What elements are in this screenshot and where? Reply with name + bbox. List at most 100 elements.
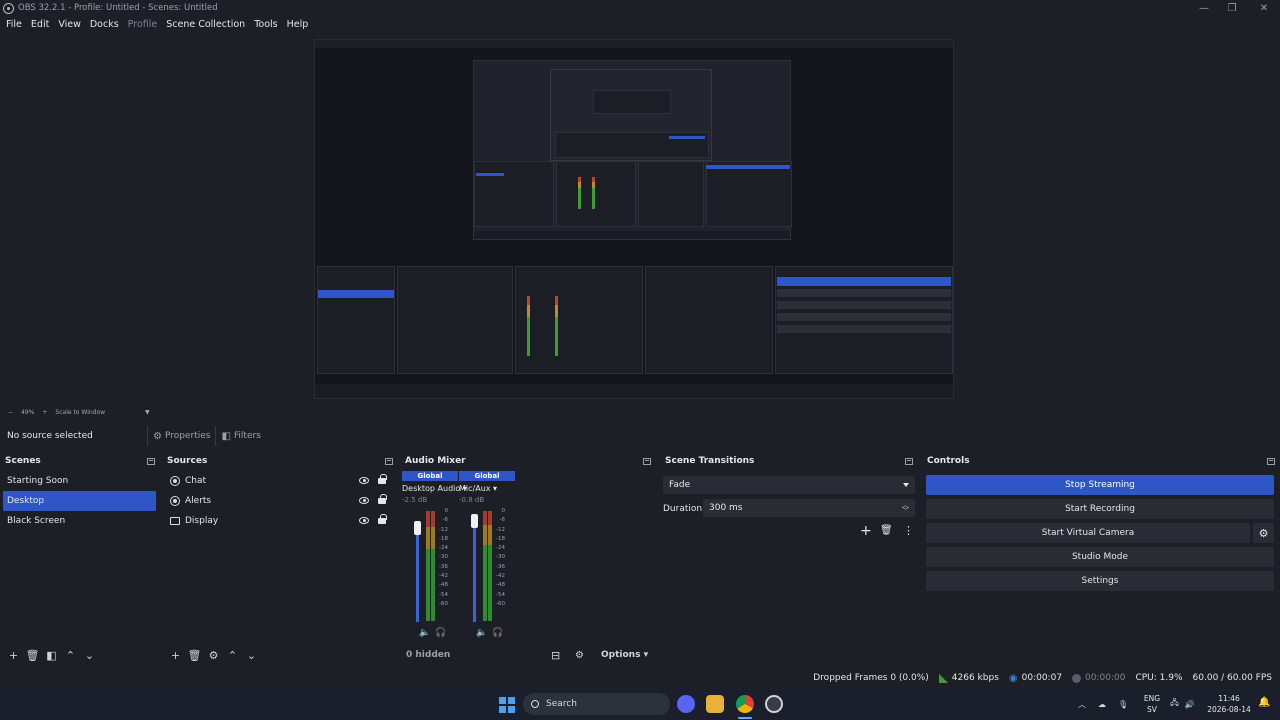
filters-button[interactable]: ◧ Filters [215, 426, 265, 446]
maximize-button[interactable]: ❐ [1216, 0, 1248, 16]
mixer-layout-icon[interactable]: ⊟ [551, 649, 560, 662]
channel-volume-db: -2.5 dB [402, 496, 428, 504]
lock-icon[interactable] [378, 474, 387, 484]
discord-app-icon[interactable] [677, 695, 695, 713]
scene-item-desktop[interactable]: Desktop [3, 491, 156, 511]
move-source-down-button[interactable]: ⌄ [242, 649, 261, 662]
global-badge[interactable]: Global [459, 471, 515, 481]
menu-scene-collection[interactable]: Scene Collection [163, 19, 248, 30]
studio-mode-button[interactable]: Studio Mode [926, 547, 1274, 567]
volume-icon[interactable]: 🔊 [1185, 700, 1195, 709]
menu-edit[interactable]: Edit [28, 19, 52, 30]
move-scene-up-button[interactable]: ⌃ [61, 649, 80, 662]
source-properties-button[interactable]: ⚙ [204, 649, 223, 662]
visibility-eye-icon[interactable] [359, 497, 369, 504]
menu-docks[interactable]: Docks [87, 19, 122, 30]
dock-undock-icon[interactable] [147, 457, 155, 465]
scene-filters-button[interactable]: ◧ [42, 649, 61, 662]
dock-undock-icon[interactable] [905, 457, 913, 465]
stream-time-value: 00:00:07 [1021, 673, 1063, 683]
browser-source-icon [169, 476, 180, 487]
remove-source-button[interactable]: 🗑 [185, 649, 204, 662]
remove-transition-button[interactable]: 🗑 [880, 525, 893, 536]
remove-scene-button[interactable]: 🗑 [23, 649, 42, 662]
preview-canvas[interactable] [314, 39, 954, 399]
preview-area[interactable] [0, 33, 1270, 405]
settings-button[interactable]: Settings [926, 571, 1274, 591]
source-item-display[interactable]: Display [162, 511, 398, 531]
controls-dock-header: Controls [922, 453, 1280, 469]
menu-tools[interactable]: Tools [251, 19, 280, 30]
cloud-icon[interactable]: ☁ [1098, 700, 1106, 709]
taskbar-clock[interactable]: 11:46 2026-08-14 [1206, 693, 1252, 715]
scale-mode-select[interactable]: Scale to Window [55, 409, 105, 416]
add-source-button[interactable]: + [166, 649, 185, 662]
lock-icon[interactable] [378, 494, 387, 504]
browser-source-icon [169, 496, 180, 507]
spin-arrows-icon[interactable]: ︿ ﹀ [902, 502, 909, 515]
zoom-in-button[interactable]: + [42, 409, 47, 416]
notification-bell-icon[interactable]: 🔔 [1258, 697, 1270, 708]
dock-undock-icon[interactable] [1267, 457, 1275, 465]
volume-slider-handle[interactable] [414, 521, 421, 535]
speaker-icon[interactable]: 🔈 [476, 628, 487, 638]
channel-volume-db: -0.8 dB [459, 496, 485, 504]
chevron-up-icon[interactable]: ︿ [1078, 699, 1086, 710]
menu-profile[interactable]: Profile [125, 19, 161, 30]
transition-select[interactable]: Fade [663, 476, 915, 494]
preview-nested-sources [397, 266, 513, 374]
volume-slider-track[interactable] [416, 528, 419, 622]
visibility-eye-icon[interactable] [359, 517, 369, 524]
virtual-camera-settings-gear-icon[interactable]: ⚙ [1253, 523, 1274, 543]
add-scene-button[interactable]: + [4, 649, 23, 662]
record-time-value: 00:00:00 [1085, 673, 1126, 683]
microphone-icon[interactable]: 🎙 [1118, 700, 1128, 709]
chrome-app-icon[interactable] [736, 695, 754, 713]
visibility-eye-icon[interactable] [359, 477, 369, 484]
mixer-options-button[interactable]: Options ▾ [601, 650, 648, 660]
start-recording-button[interactable]: Start Recording [926, 499, 1274, 519]
add-transition-button[interactable]: + [860, 523, 872, 539]
file-explorer-icon[interactable] [706, 695, 724, 713]
scale-mode-caret-icon[interactable]: ▼ [145, 409, 150, 416]
channel-name[interactable]: Desktop Audio ▾ [402, 484, 467, 493]
scene-item-starting-soon[interactable]: Starting Soon [0, 471, 160, 491]
db-tick: 0 [501, 508, 506, 514]
advanced-audio-icon[interactable]: ⚙ [575, 650, 584, 661]
move-scene-down-button[interactable]: ⌄ [80, 649, 99, 662]
zoom-out-button[interactable]: − [8, 409, 13, 416]
move-source-up-button[interactable]: ⌃ [223, 649, 242, 662]
duration-spinbox[interactable]: 300 ms ︿ ﹀ [703, 499, 915, 517]
lock-icon[interactable] [378, 514, 387, 524]
menu-help[interactable]: Help [284, 19, 312, 30]
dock-undock-icon[interactable] [643, 457, 651, 465]
start-virtual-camera-button[interactable]: Start Virtual Camera [926, 523, 1250, 543]
scene-item-black-screen[interactable]: Black Screen [0, 511, 160, 531]
volume-slider-handle[interactable] [471, 514, 478, 528]
obs-app-icon[interactable] [765, 695, 783, 713]
close-button[interactable]: ✕ [1248, 0, 1280, 16]
level-meter [426, 549, 430, 621]
speaker-icon[interactable]: 🔈 [419, 628, 430, 638]
menu-file[interactable]: File [3, 19, 25, 30]
stop-streaming-button[interactable]: Stop Streaming [926, 475, 1274, 495]
network-icon[interactable]: 🖧 [1170, 697, 1179, 711]
headphones-icon[interactable]: 🎧 [435, 628, 446, 638]
menu-bar: File Edit View Docks Profile Scene Colle… [0, 16, 1280, 33]
db-tick: -48 [496, 582, 505, 589]
controls-dock: Controls Stop Streaming Start Recording … [922, 453, 1280, 666]
volume-slider-track[interactable] [473, 523, 476, 622]
preview-nested-taskbar [315, 384, 953, 398]
properties-button[interactable]: ⚙ Properties [147, 426, 215, 446]
channel-name[interactable]: Mic/Aux ▾ [459, 484, 515, 493]
menu-view[interactable]: View [55, 19, 84, 30]
headphones-icon[interactable]: 🎧 [492, 628, 503, 638]
source-item-alerts[interactable]: Alerts [162, 491, 398, 511]
taskbar-search-box[interactable]: Search [523, 693, 670, 715]
global-badge[interactable]: Global [402, 471, 458, 481]
windows-start-icon[interactable] [499, 697, 515, 713]
dock-undock-icon[interactable] [385, 457, 393, 465]
source-item-chat[interactable]: Chat [162, 471, 398, 491]
input-language[interactable]: ENG SV [1142, 693, 1162, 715]
transition-menu-button[interactable]: ⋮ [903, 524, 914, 537]
